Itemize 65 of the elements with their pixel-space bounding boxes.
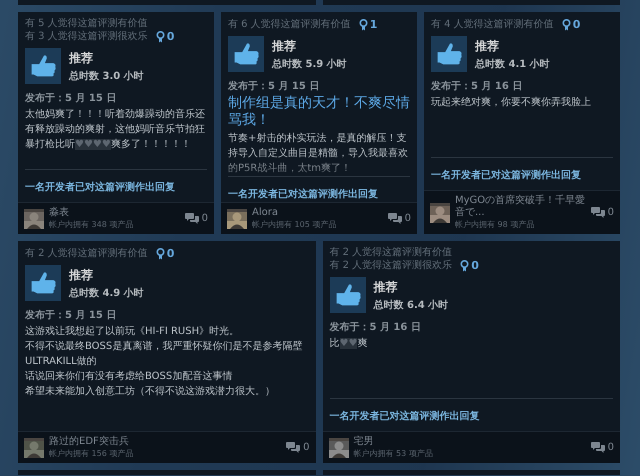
post-date: 发布于：5 月 15 日 [25, 308, 118, 322]
award-icon [460, 260, 470, 272]
funny-count: 有 3 人觉得这篇评测很欢乐 [25, 30, 148, 42]
author-name[interactable]: 淼表 [49, 207, 180, 219]
review-text: 希望未来能加入创意工坊（不得不说这游戏潜力很大。） [25, 384, 276, 399]
product-count: 帐户内拥有 156 项产品 [49, 448, 134, 459]
comment-icon [184, 212, 199, 224]
author-name[interactable]: MyGOの首席突破手！千早愛音で... [455, 195, 586, 219]
author-name[interactable]: Alora [252, 207, 383, 219]
award-count[interactable]: 0 [460, 259, 479, 272]
comment-count[interactable]: 0 [590, 442, 614, 454]
award-icon [358, 18, 368, 30]
recommendation-label: 推荐 [374, 278, 398, 296]
post-date: 发布于：5 月 15 日 [228, 80, 320, 93]
recommendation-label: 推荐 [272, 38, 297, 54]
comment-count[interactable]: 0 [388, 212, 411, 224]
comment-count[interactable]: 0 [286, 442, 310, 454]
review-text: 不得不说最终BOSS是真离谱，我严重怀疑你们是不是参考隔壁ULTRAKILL做的 [25, 340, 304, 369]
playtime: 总时数 6.4 小时 [374, 298, 448, 312]
developer-reply-link[interactable]: 一名开发者已对这篇评测作出回复 [25, 182, 175, 193]
post-date: 发布于：5 月 15 日 [25, 92, 118, 105]
review-text: 比♥♥爽 [330, 336, 368, 351]
award-icon [562, 18, 571, 30]
review-text: 话说回来你们有没有考虑给BOSS加配音这事情 [25, 370, 234, 384]
comment-icon [286, 442, 300, 454]
funny-count: 有 2 人觉得这篇评测很欢乐 [330, 260, 452, 272]
recommendation-label: 推荐 [69, 50, 94, 66]
helpful-count: 有 6 人觉得这篇评测有价值 [228, 18, 351, 30]
review-text: 这游戏让我想起了以前玩《HI-FI RUSH》时光。 [25, 324, 240, 339]
recommendation-label: 推荐 [69, 266, 94, 284]
post-date: 发布于：5 月 16 日 [431, 80, 524, 93]
developer-reply-link[interactable]: 一名开发者已对这篇评测作出回复 [330, 411, 480, 422]
award-icon [156, 30, 165, 42]
helpful-count: 有 2 人觉得这篇评测有价值 [25, 248, 148, 260]
playtime: 总时数 4.9 小时 [69, 286, 144, 300]
review-text: 玩起来绝对爽，你要不爽你弄我脸上 [431, 96, 592, 110]
award-count[interactable]: 1 [358, 18, 378, 31]
award-count[interactable]: 0 [562, 18, 580, 31]
playtime: 总时数 5.9 小时 [272, 58, 347, 70]
review-text: 节奏+射击的朴实玩法，是真的解压！支持导入自定义曲目是精髓，导入我最喜欢的P5R战斗曲，太tm爽了！ [228, 132, 409, 176]
award-icon [156, 248, 165, 260]
developer-reply-link[interactable]: 一名开发者已对这篇评测作出回复 [431, 170, 581, 181]
award-count[interactable]: 0 [156, 30, 174, 43]
playtime: 总时数 3.0 小时 [69, 70, 144, 82]
product-count: 帐户内拥有 53 项产品 [354, 448, 434, 459]
author-name[interactable]: 宅男 [354, 436, 586, 448]
playtime: 总时数 4.1 小时 [475, 58, 550, 70]
helpful-count: 有 2 人觉得这篇评测有价值 [330, 247, 454, 259]
review-text: 太他妈爽了！！！听着劲爆躁动的音乐还有释放躁动的爽射，这他妈听音乐节拍狂暴打枪比听♥♥♥♥爽多了！！！！！ [25, 108, 206, 152]
review-title: 制作组是真的天才！不爽尽情骂我！ [228, 95, 410, 129]
comment-icon [388, 212, 402, 224]
comment-count[interactable]: 0 [184, 212, 208, 224]
comment-icon [590, 442, 605, 454]
product-count: 帐户内拥有 98 项产品 [455, 219, 536, 230]
comment-icon [590, 206, 605, 218]
developer-reply-link[interactable]: 一名开发者已对这篇评测作出回复 [228, 189, 378, 200]
author-name[interactable]: 路过的EDF突击兵 [49, 436, 282, 448]
recommendation-label: 推荐 [475, 38, 500, 54]
product-count: 帐户内拥有 105 项产品 [252, 219, 338, 230]
product-count: 帐户内拥有 348 项产品 [49, 219, 134, 230]
helpful-count: 有 4 人觉得这篇评测有价值 [431, 18, 554, 30]
award-count[interactable]: 0 [156, 247, 174, 260]
post-date: 发布于：5 月 16 日 [330, 320, 422, 334]
helpful-count: 有 5 人觉得这篇评测有价值 [25, 18, 149, 30]
comment-count[interactable]: 0 [590, 206, 614, 218]
